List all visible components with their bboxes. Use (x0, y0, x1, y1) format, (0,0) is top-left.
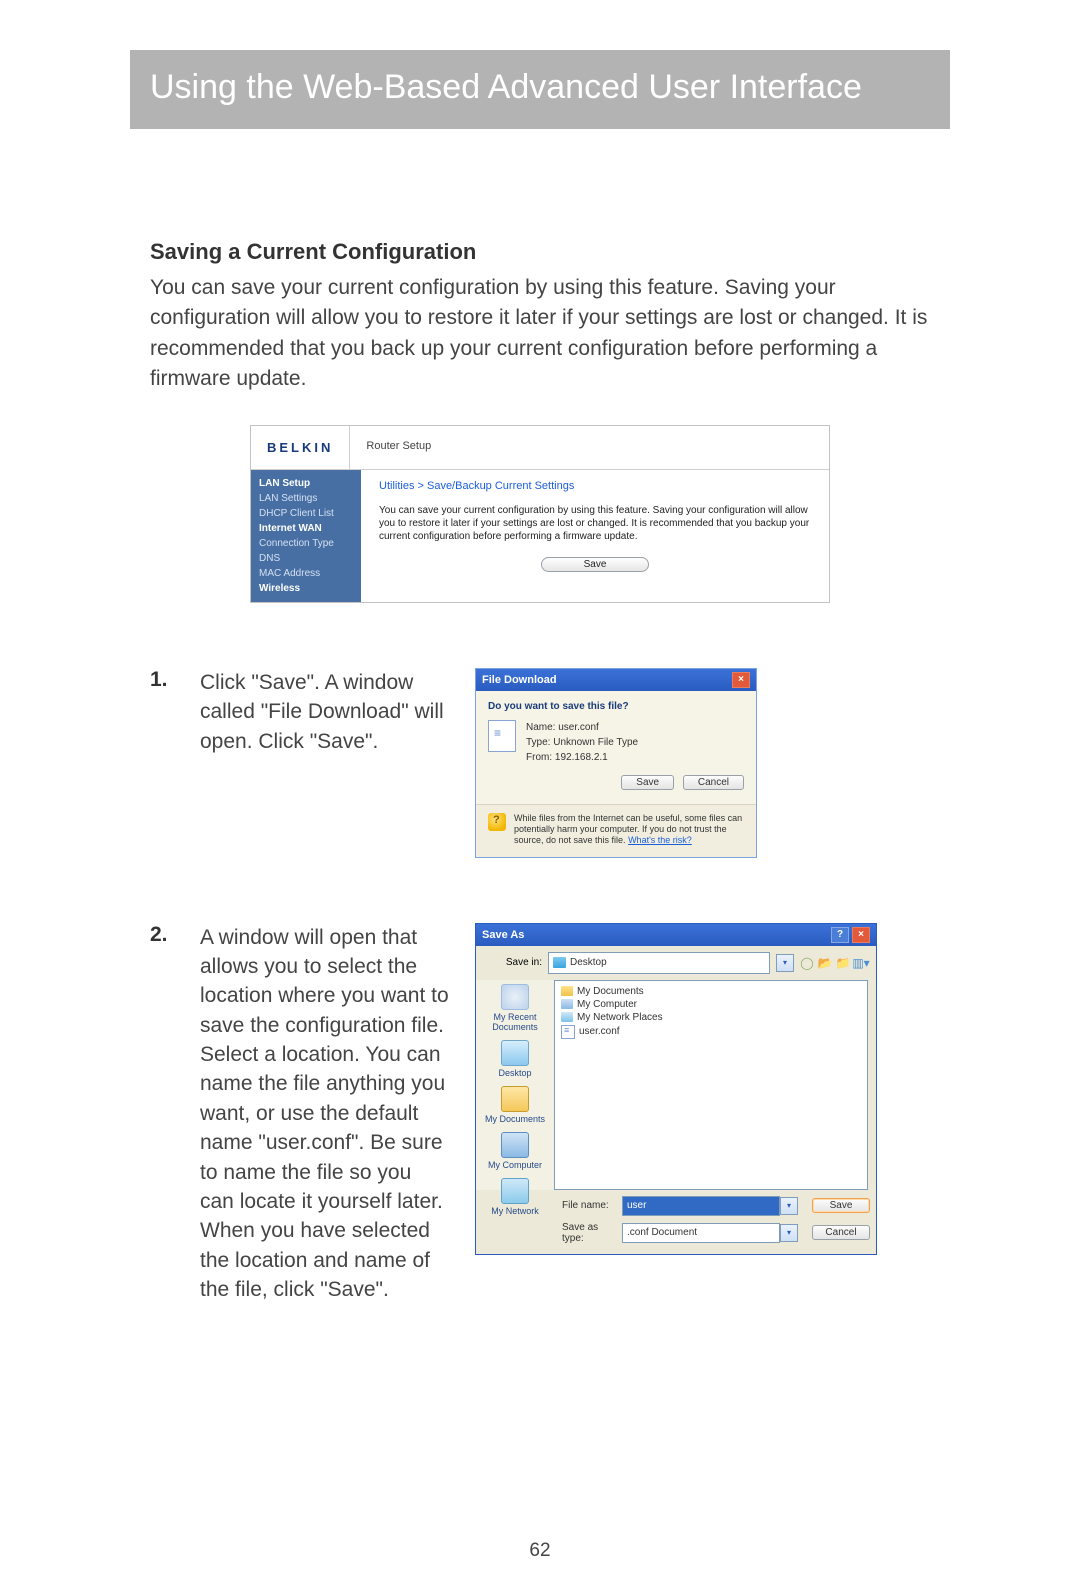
mynetwork-icon (501, 1178, 529, 1204)
router-save-button[interactable]: Save (541, 557, 649, 572)
places-bar: My Recent Documents Desktop My Documents… (476, 980, 554, 1190)
fd-from-label: From: (526, 750, 552, 765)
views-icon[interactable]: ▥▾ (854, 956, 868, 970)
fd-save-button[interactable]: Save (621, 775, 674, 790)
file-download-question: Do you want to save this file? (488, 701, 744, 712)
intro-paragraph: You can save your current configuration … (150, 273, 930, 395)
fd-type-value: Unknown File Type (553, 737, 638, 748)
place-mydocs[interactable]: My Documents (480, 1086, 550, 1124)
help-icon[interactable]: ? (831, 927, 849, 943)
page-number: 62 (0, 1540, 1080, 1562)
page-title: Using the Web-Based Advanced User Interf… (130, 50, 950, 129)
list-item[interactable]: My Computer (561, 998, 861, 1011)
new-folder-icon[interactable]: 📁 (836, 956, 850, 970)
saveastype-label: Save as type: (562, 1222, 622, 1244)
step1-text: Click "Save". A window called "File Down… (200, 668, 450, 858)
mycomputer-icon (501, 1132, 529, 1158)
sidebar-item-dhcp-client-list[interactable]: DHCP Client List (251, 506, 361, 521)
filename-input[interactable]: user (622, 1196, 780, 1216)
savein-value: Desktop (570, 957, 607, 968)
place-mynet-label: My Network (491, 1206, 539, 1216)
router-header-title: Router Setup (350, 426, 447, 469)
file-download-title: File Download (482, 674, 557, 686)
network-places-icon (561, 1012, 573, 1022)
sidebar-item-connection-type[interactable]: Connection Type (251, 536, 361, 551)
list-item[interactable]: My Documents (561, 985, 861, 998)
file-list-area[interactable]: My Documents My Computer My Network Plac… (554, 980, 868, 1190)
filename-value: user (627, 1200, 646, 1211)
chevron-down-icon[interactable]: ▾ (780, 1197, 798, 1215)
step2-text: A window will open that allows you to se… (200, 923, 450, 1305)
sidebar-item-dns[interactable]: DNS (251, 551, 361, 566)
item-mydocs: My Documents (577, 986, 644, 997)
up-one-level-icon[interactable]: 📂 (818, 956, 832, 970)
chevron-down-icon[interactable]: ▾ (776, 954, 794, 972)
desktop-icon (501, 1040, 529, 1066)
close-icon[interactable]: × (732, 672, 750, 688)
savein-combo[interactable]: Desktop (548, 952, 770, 974)
file-icon (561, 1025, 575, 1039)
desktop-folder-icon (553, 957, 566, 968)
sa-save-button[interactable]: Save (812, 1198, 870, 1213)
back-icon[interactable]: ◯ (800, 956, 814, 970)
router-brand-logo: BELKIN (251, 426, 350, 469)
recent-docs-icon (501, 984, 529, 1010)
place-mynet[interactable]: My Network (480, 1178, 550, 1216)
file-download-dialog: File Download × Do you want to save this… (475, 668, 757, 858)
folder-icon (561, 986, 573, 996)
fd-type-label: Type: (526, 735, 550, 750)
router-description: You can save your current configuration … (379, 504, 811, 543)
sidebar-item-internet-wan[interactable]: Internet WAN (251, 521, 361, 536)
sa-cancel-button[interactable]: Cancel (812, 1225, 870, 1240)
place-recent[interactable]: My Recent Documents (480, 984, 550, 1032)
mydocs-icon (501, 1086, 529, 1112)
file-icon (488, 720, 516, 752)
item-userconf: user.conf (579, 1026, 620, 1037)
step2-number: 2. (150, 923, 175, 1305)
fd-warning-link[interactable]: What's the risk? (628, 835, 692, 845)
place-recent-label: My Recent Documents (480, 1012, 550, 1032)
fd-cancel-button[interactable]: Cancel (683, 775, 744, 790)
place-desktop[interactable]: Desktop (480, 1040, 550, 1078)
close-icon[interactable]: × (852, 927, 870, 943)
place-desktop-label: Desktop (498, 1068, 531, 1078)
router-sidebar: LAN Setup LAN Settings DHCP Client List … (251, 470, 361, 602)
fd-name-label: Name: (526, 720, 555, 735)
router-breadcrumb: Utilities > Save/Backup Current Settings (379, 480, 811, 492)
saveastype-input[interactable]: .conf Document (622, 1223, 780, 1243)
savein-label: Save in: (484, 957, 542, 968)
item-mynetplaces: My Network Places (577, 1012, 663, 1023)
fd-name-value: user.conf (558, 722, 599, 733)
place-mydocs-label: My Documents (485, 1114, 545, 1124)
place-mycomp[interactable]: My Computer (480, 1132, 550, 1170)
router-screenshot: BELKIN Router Setup LAN Setup LAN Settin… (250, 425, 830, 603)
filename-label: File name: (562, 1200, 622, 1211)
place-mycomp-label: My Computer (488, 1160, 542, 1170)
list-item[interactable]: user.conf (561, 1024, 861, 1040)
sidebar-item-wireless[interactable]: Wireless (251, 581, 361, 596)
item-mycomp: My Computer (577, 999, 637, 1010)
save-as-dialog: Save As ? × Save in: Desktop ▾ ◯ � (475, 923, 877, 1255)
save-as-title: Save As (482, 929, 524, 941)
sidebar-item-lan-settings[interactable]: LAN Settings (251, 491, 361, 506)
computer-icon (561, 999, 573, 1009)
step1-number: 1. (150, 668, 175, 858)
sidebar-item-lan-setup[interactable]: LAN Setup (251, 476, 361, 491)
list-item[interactable]: My Network Places (561, 1011, 861, 1024)
section-heading: Saving a Current Configuration (150, 239, 930, 265)
sidebar-item-mac-address[interactable]: MAC Address (251, 566, 361, 581)
shield-icon (488, 813, 506, 831)
chevron-down-icon[interactable]: ▾ (780, 1224, 798, 1242)
fd-warning: While files from the Internet can be use… (514, 813, 744, 847)
saveastype-value: .conf Document (627, 1227, 697, 1238)
fd-from-value: 192.168.2.1 (555, 752, 608, 763)
